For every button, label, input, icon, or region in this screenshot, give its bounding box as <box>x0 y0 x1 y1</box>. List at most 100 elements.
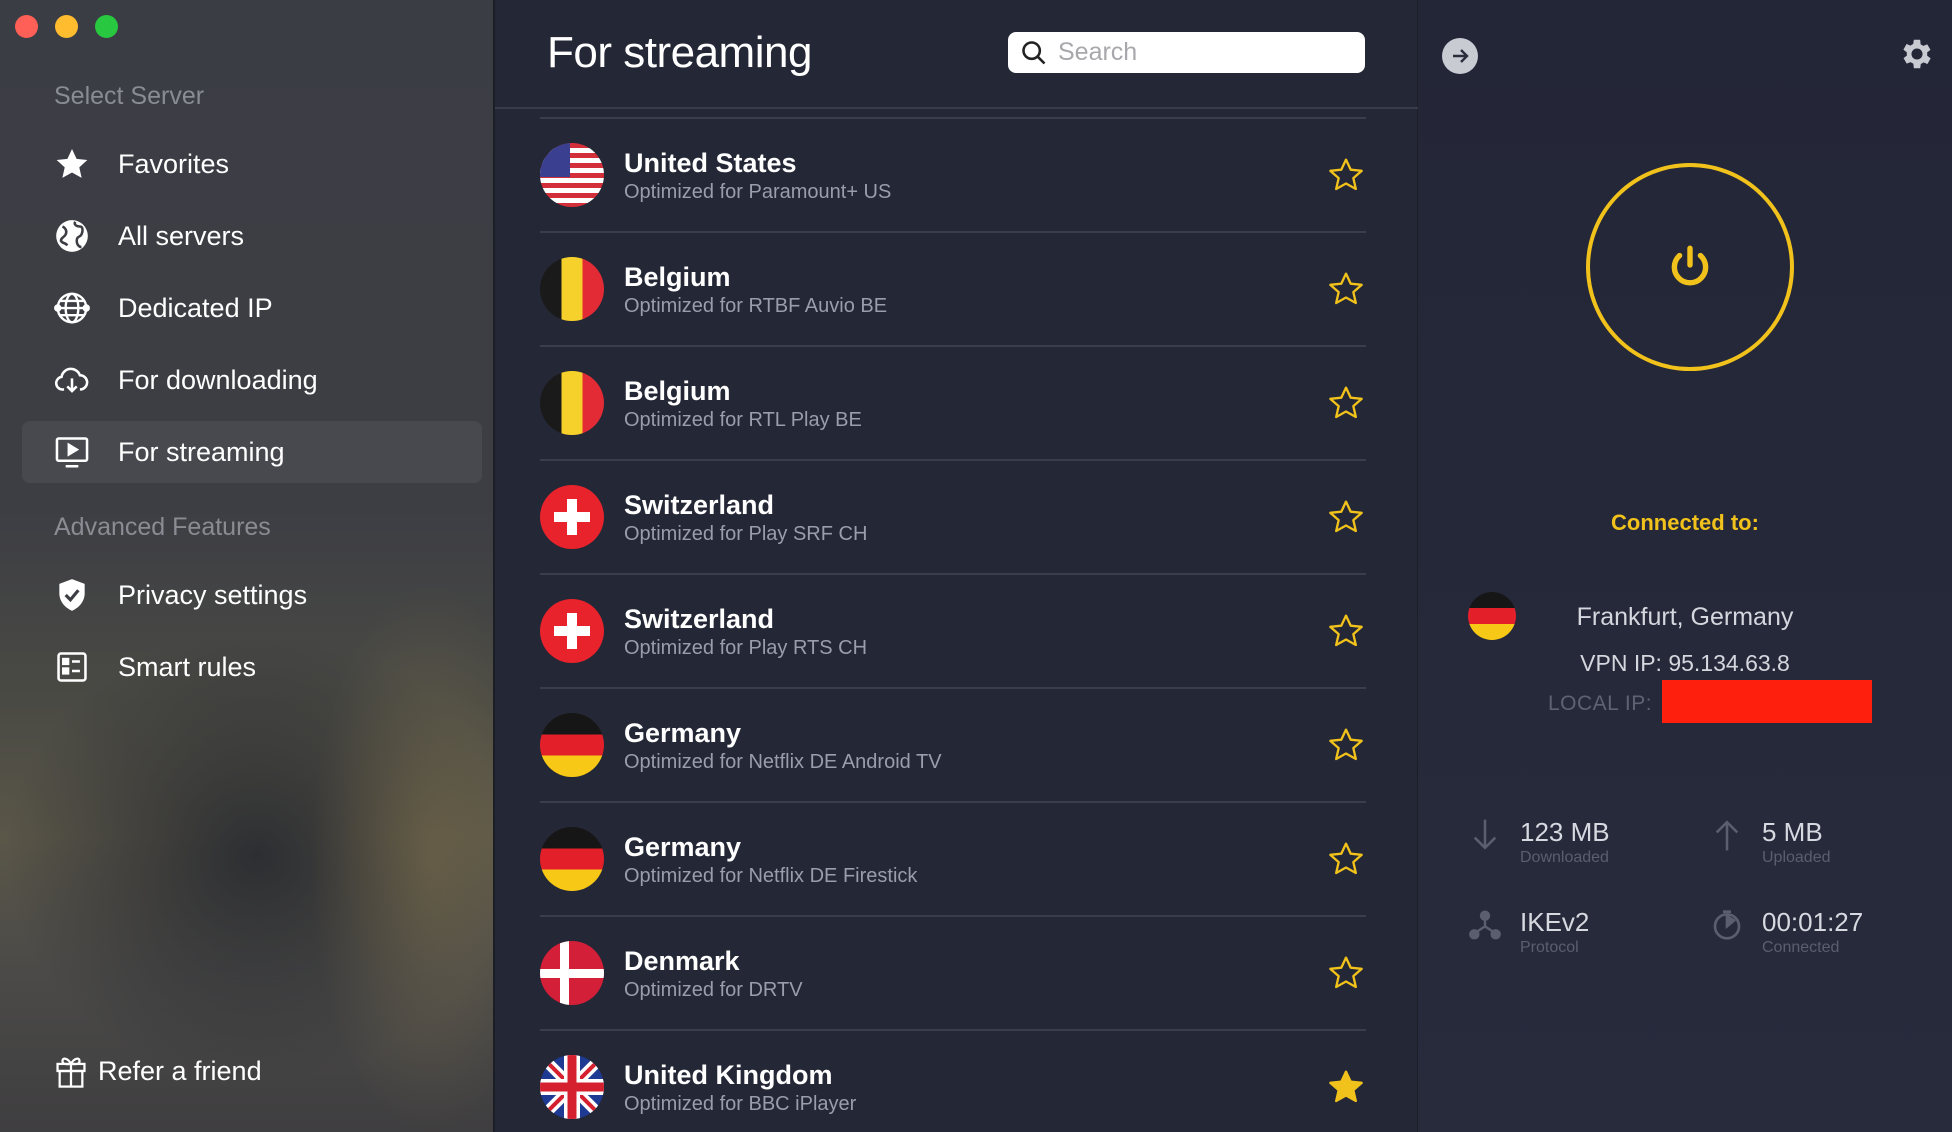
favorite-star-icon[interactable] <box>1326 839 1366 879</box>
timer-icon <box>1710 907 1744 945</box>
sidebar-item-label: Dedicated IP <box>118 292 273 323</box>
section-advanced-features: Advanced Features <box>54 513 271 541</box>
flag-be-icon <box>540 371 604 435</box>
list-item[interactable]: Belgium Optimized for RTL Play BE <box>540 345 1366 459</box>
sidebar-item-label: For streaming <box>118 436 285 467</box>
sidebar-item-dedicated-ip[interactable]: Dedicated IP <box>22 277 482 339</box>
settings-gear-button[interactable] <box>1898 35 1936 73</box>
arrow-down-icon <box>1468 817 1502 855</box>
star-icon <box>48 140 96 188</box>
search-box[interactable] <box>1008 32 1365 73</box>
downloaded-label: Downloaded <box>1520 849 1609 866</box>
favorite-star-icon[interactable] <box>1326 497 1366 537</box>
connected-time-label: Connected <box>1762 939 1840 956</box>
server-optimization: Optimized for Netflix DE Android TV <box>624 750 942 773</box>
server-country: Switzerland <box>624 603 775 634</box>
sidebar-item-favorites[interactable]: Favorites <box>22 133 482 195</box>
list-item[interactable]: Germany Optimized for Netflix DE Firesti… <box>540 801 1366 915</box>
favorite-star-icon[interactable] <box>1326 611 1366 651</box>
sidebar-item-label: For downloading <box>118 364 318 395</box>
uploaded-stat: 5 MB Uploaded <box>1710 817 1831 867</box>
server-optimization: Optimized for RTBF Auvio BE <box>624 294 888 317</box>
server-country: Germany <box>624 717 742 748</box>
favorite-star-icon[interactable] <box>1326 155 1366 195</box>
sidebar-item-privacy-settings[interactable]: Privacy settings <box>22 564 482 626</box>
uploaded-value: 5 MB <box>1762 817 1823 847</box>
arrow-right-icon <box>1453 49 1469 63</box>
zoom-window-button[interactable] <box>95 15 118 38</box>
protocol-stat: IKEv2 Protocol <box>1468 907 1589 957</box>
connected-time-value: 00:01:27 <box>1762 907 1864 937</box>
list-item[interactable]: Belgium Optimized for RTBF Auvio BE <box>540 231 1366 345</box>
favorite-star-icon[interactable] <box>1326 383 1366 423</box>
shield-check-icon <box>48 571 96 619</box>
server-optimization: Optimized for Play SRF CH <box>624 522 868 545</box>
list-item[interactable]: Switzerland Optimized for Play SRF CH <box>540 459 1366 573</box>
sidebar-item-label: All servers <box>118 220 245 251</box>
server-country: Belgium <box>624 375 731 406</box>
globe-network-icon <box>48 284 96 332</box>
search-input[interactable] <box>1058 38 1358 67</box>
connected-to-label: Connected to: <box>1611 510 1759 535</box>
sidebar-item-label: Favorites <box>118 148 230 179</box>
flag-us-icon <box>540 143 604 207</box>
favorite-star-icon[interactable] <box>1326 269 1366 309</box>
gift-icon <box>56 1057 86 1088</box>
connected-time-stat: 00:01:27 Connected <box>1710 907 1863 957</box>
protocol-label: Protocol <box>1520 939 1579 956</box>
refer-label: Refer a friend <box>98 1055 262 1086</box>
flag-ch-icon <box>540 485 604 549</box>
flag-de-icon <box>540 827 604 891</box>
server-list-panel: For streaming United States Optimized fo… <box>495 0 1418 1132</box>
server-optimization: Optimized for DRTV <box>624 978 803 1001</box>
window-controls <box>15 15 118 38</box>
favorite-star-filled-icon[interactable] <box>1326 1067 1366 1107</box>
list-item[interactable]: Germany Optimized for Netflix DE Android… <box>540 687 1366 801</box>
list-item[interactable]: Switzerland Optimized for Play RTS CH <box>540 573 1366 687</box>
section-select-server: Select Server <box>54 82 205 110</box>
close-window-button[interactable] <box>15 15 38 38</box>
minimize-window-button[interactable] <box>55 15 78 38</box>
server-country: Belgium <box>624 261 731 292</box>
server-country: United States <box>624 147 797 178</box>
collapse-arrow-button[interactable] <box>1442 38 1478 74</box>
page-title: For streaming <box>547 28 812 77</box>
power-toggle-button[interactable] <box>1586 163 1794 371</box>
favorite-star-icon[interactable] <box>1326 953 1366 993</box>
vpn-ip-value: VPN IP: 95.134.63.8 <box>1580 650 1790 676</box>
connection-panel: Connected to: Frankfurt, Germany VPN IP:… <box>1418 0 1952 1132</box>
refer-a-friend-button[interactable]: Refer a friend <box>54 1052 262 1090</box>
server-country: Denmark <box>624 945 740 976</box>
cloud-download-icon <box>48 356 96 404</box>
sidebar-item-all-servers[interactable]: All servers <box>22 205 482 267</box>
favorite-star-icon[interactable] <box>1326 725 1366 765</box>
protocol-value: IKEv2 <box>1520 907 1590 937</box>
list-item[interactable]: Denmark Optimized for DRTV <box>540 915 1366 1029</box>
search-icon <box>1022 40 1046 64</box>
protocol-nodes-icon <box>1468 907 1502 945</box>
server-optimization: Optimized for Netflix DE Firestick <box>624 864 918 887</box>
list-item[interactable]: United States Optimized for Paramount+ U… <box>540 117 1366 231</box>
flag-de-icon <box>540 713 604 777</box>
globe-icon <box>48 212 96 260</box>
flag-ch-icon <box>540 599 604 663</box>
downloaded-stat: 123 MB Downloaded <box>1468 817 1610 867</box>
list-item[interactable]: United Kingdom Optimized for BBC iPlayer <box>540 1029 1366 1132</box>
sidebar-item-label: Privacy settings <box>118 579 308 610</box>
flag-uk-icon <box>540 1055 604 1119</box>
server-list: United States Optimized for Paramount+ U… <box>540 117 1366 1132</box>
server-optimization: Optimized for Paramount+ US <box>624 180 892 203</box>
uploaded-label: Uploaded <box>1762 849 1831 866</box>
sidebar-item-for-streaming[interactable]: For streaming <box>22 421 482 483</box>
downloaded-value: 123 MB <box>1520 817 1610 847</box>
local-ip-redaction <box>1662 680 1872 723</box>
power-icon <box>1671 245 1709 286</box>
rules-list-icon <box>48 643 96 691</box>
sidebar-item-smart-rules[interactable]: Smart rules <box>22 636 482 698</box>
app-window: Select Server Favorites All servers Dedi… <box>0 0 1952 1132</box>
sidebar-item-for-downloading[interactable]: For downloading <box>22 349 482 411</box>
sidebar: Select Server Favorites All servers Dedi… <box>0 0 495 1132</box>
sidebar-item-label: Smart rules <box>118 651 257 682</box>
header-divider <box>495 107 1418 109</box>
gear-icon <box>1903 39 1931 69</box>
